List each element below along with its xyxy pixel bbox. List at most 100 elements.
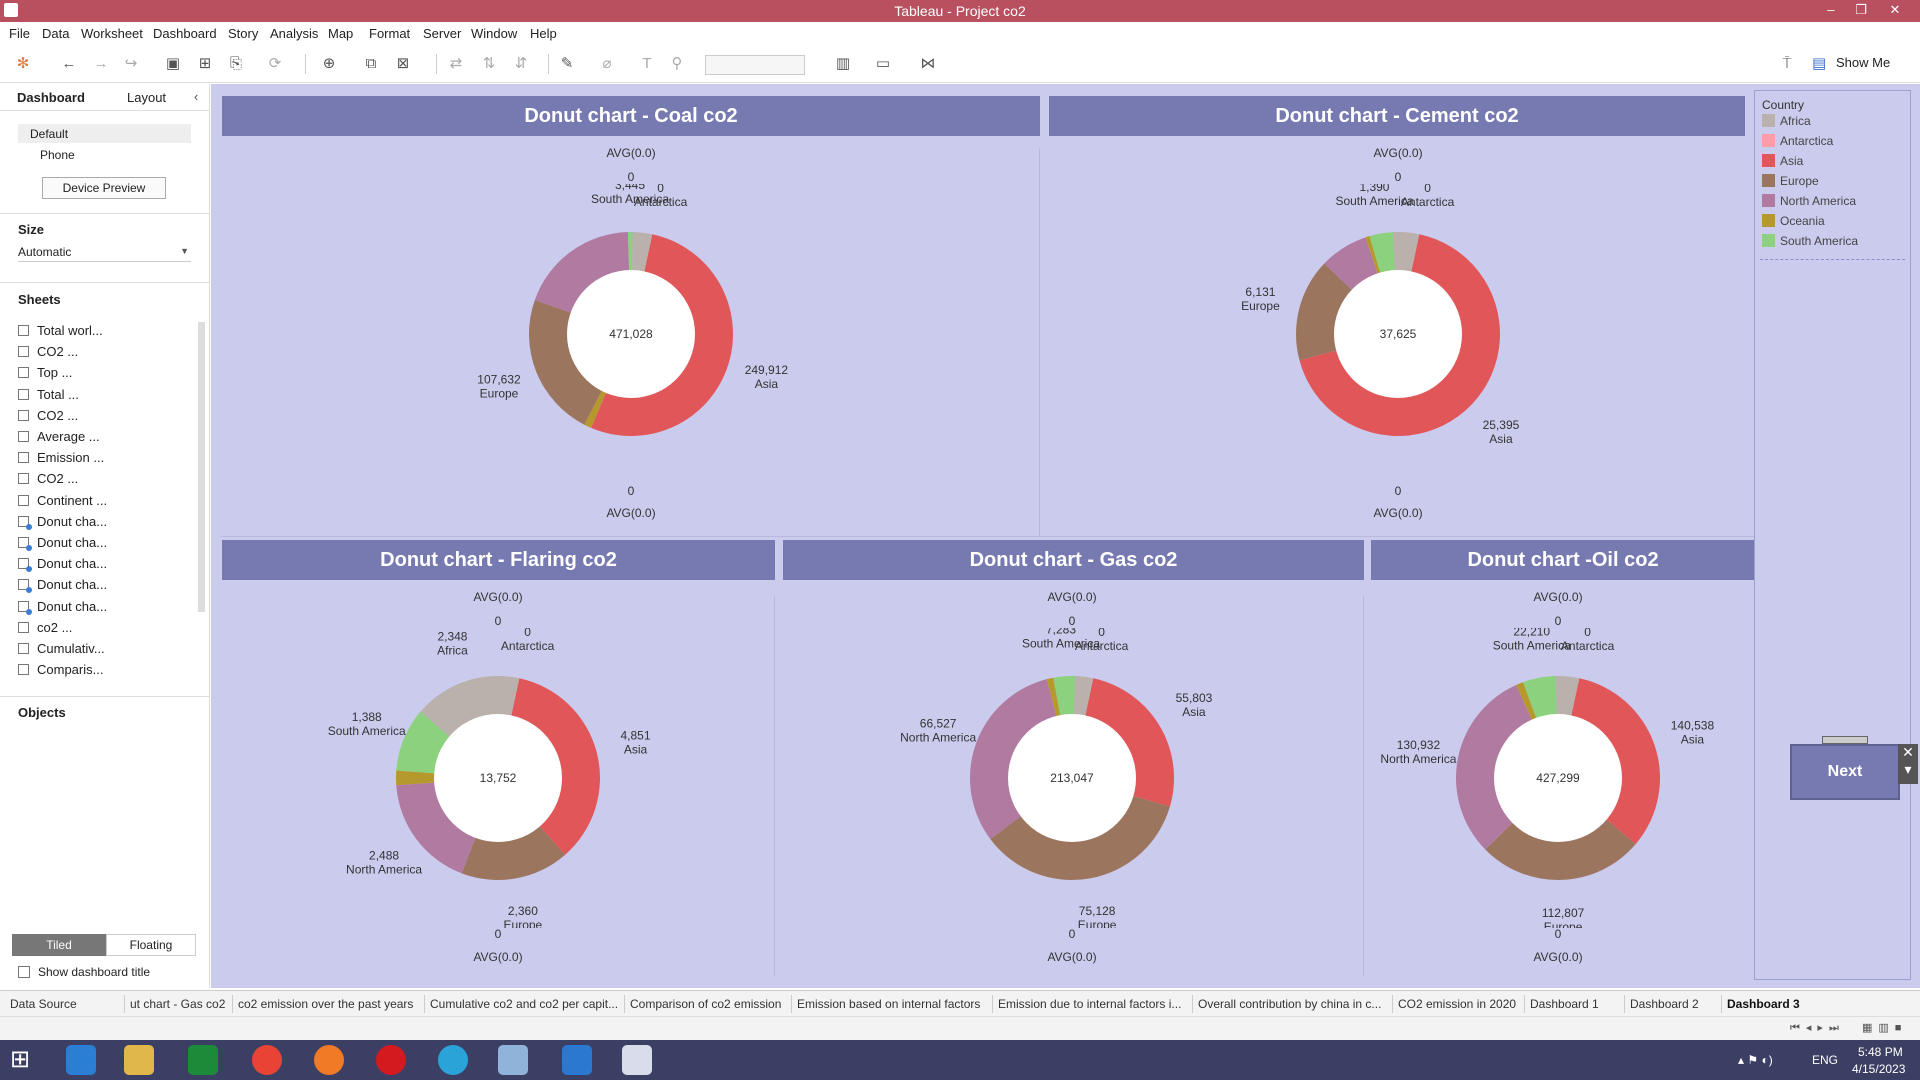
windows-start-icon[interactable]: ⊞ xyxy=(10,1045,40,1075)
sheet-tab[interactable]: co2 emission over the past years xyxy=(238,997,413,1011)
refresh-icon[interactable]: ⟳ xyxy=(264,54,286,74)
sheet-tab[interactable]: Emission due to internal factors i... xyxy=(998,997,1181,1011)
restore-icon[interactable]: ❐ xyxy=(1846,2,1876,20)
minimize-icon[interactable]: – xyxy=(1816,2,1846,20)
sort-asc-icon[interactable]: ⇅ xyxy=(478,54,500,74)
legend-item[interactable]: Oceania xyxy=(1762,214,1825,228)
tableau-logo-icon[interactable]: ✻ xyxy=(12,54,34,74)
presentation-icon[interactable]: ▭ xyxy=(872,54,894,74)
close-icon[interactable]: ✕ xyxy=(1880,2,1910,20)
internet-explorer-icon[interactable] xyxy=(66,1045,96,1075)
menu-window[interactable]: Window xyxy=(471,26,517,41)
sheet-item[interactable]: co2 ... xyxy=(18,620,72,641)
vscode-icon[interactable] xyxy=(562,1045,592,1075)
legend-item[interactable]: Antarctica xyxy=(1762,134,1833,148)
edge-icon[interactable] xyxy=(438,1045,468,1075)
sheet-tab[interactable]: Dashboard 3 xyxy=(1727,997,1800,1011)
sheet-item[interactable]: CO2 ... xyxy=(18,344,78,365)
donut-chart-cement[interactable]: 25,395Asia6,131Europe1,390South America0… xyxy=(1198,184,1598,484)
sheet-nav-icons[interactable]: ⏮◂▸⏭ xyxy=(1790,1021,1845,1035)
legend-item[interactable]: Africa xyxy=(1762,114,1811,128)
sheet-item[interactable]: Continent ... xyxy=(18,493,107,514)
undo-icon[interactable]: ← xyxy=(58,54,80,74)
chrome-icon[interactable] xyxy=(252,1045,282,1075)
floating-button[interactable]: Floating xyxy=(106,934,196,956)
sheet-item[interactable]: Total ... xyxy=(18,387,79,408)
sheet-item[interactable]: Donut cha... xyxy=(18,514,107,535)
tab-layout[interactable]: Layout xyxy=(127,90,166,105)
group-icon[interactable]: ⌀ xyxy=(596,54,618,74)
legend-item[interactable]: South America xyxy=(1762,234,1858,248)
drag-handle[interactable] xyxy=(1822,736,1868,744)
store-icon[interactable] xyxy=(188,1045,218,1075)
sheet-tab[interactable]: Emission based on internal factors xyxy=(797,997,980,1011)
format-painter-icon[interactable]: ⍑ xyxy=(1776,54,1798,74)
share-icon[interactable]: ⋈ xyxy=(917,54,939,74)
sheet-tab[interactable]: CO2 emission in 2020 xyxy=(1398,997,1516,1011)
collapse-pane-icon[interactable]: ‹ xyxy=(194,89,198,104)
menu-dashboard[interactable]: Dashboard xyxy=(153,26,217,41)
menu-file[interactable]: File xyxy=(9,26,30,41)
sheet-tab[interactable]: Comparison of co2 emission xyxy=(630,997,781,1011)
show-me-button[interactable]: Show Me xyxy=(1836,55,1890,70)
size-select[interactable]: Automatic ▼ xyxy=(18,244,191,262)
donut-chart-coal[interactable]: 249,912Asia107,632Europe3,445South Ameri… xyxy=(431,184,831,484)
sheet-tab[interactable]: Cumulative co2 and co2 per capit... xyxy=(430,997,618,1011)
legend-item[interactable]: Europe xyxy=(1762,174,1819,188)
sheet-item[interactable]: CO2 ... xyxy=(18,471,78,492)
file-explorer-icon[interactable] xyxy=(124,1045,154,1075)
legend-item[interactable]: North America xyxy=(1762,194,1856,208)
menu-analysis[interactable]: Analysis xyxy=(270,26,318,41)
sheet-item[interactable]: Emission ... xyxy=(18,450,104,471)
donut-chart-oil[interactable]: 140,538Asia 112,807Europe 130,932North Ame… xyxy=(1358,628,1758,928)
sheet-item[interactable]: Top ... xyxy=(18,365,72,386)
sheet-item[interactable]: Comparis... xyxy=(18,662,103,683)
donut-chart-flaring[interactable]: 4,851Asia 2,360Europe 2,488North America 1,… xyxy=(298,628,698,928)
sheet-tab[interactable]: Dashboard 2 xyxy=(1630,997,1699,1011)
sheet-item[interactable]: CO2 ... xyxy=(18,408,78,429)
menu-map[interactable]: Map xyxy=(328,26,353,41)
sheet-item[interactable]: Donut cha... xyxy=(18,577,107,598)
duplicate-icon[interactable]: ⧉ xyxy=(360,54,382,74)
sheet-item[interactable]: Cumulativ... xyxy=(18,641,105,662)
swap-icon[interactable]: ⇄ xyxy=(445,54,467,74)
save-icon[interactable]: ▣ xyxy=(162,54,184,74)
firefox-icon[interactable] xyxy=(314,1045,344,1075)
sheet-item[interactable]: Donut cha... xyxy=(18,599,107,620)
show-cards-icon[interactable]: ▥ xyxy=(832,54,854,74)
opera-icon[interactable] xyxy=(376,1045,406,1075)
new-worksheet-icon[interactable]: ⊕ xyxy=(318,54,340,74)
menu-story[interactable]: Story xyxy=(228,26,258,41)
show-title-checkbox[interactable] xyxy=(18,966,30,978)
device-preview-button[interactable]: Device Preview xyxy=(42,177,166,199)
legend-item[interactable]: Asia xyxy=(1762,154,1803,168)
sheet-item[interactable]: Donut cha... xyxy=(18,535,107,556)
view-mode-icons[interactable]: ▦▥■ xyxy=(1862,1021,1907,1034)
tab-dashboard[interactable]: Dashboard xyxy=(17,90,85,105)
sheets-scrollbar[interactable] xyxy=(198,322,205,612)
language-indicator[interactable]: ENG xyxy=(1812,1053,1838,1067)
highlight-icon[interactable]: ✎ xyxy=(556,54,578,74)
pause-updates-icon[interactable]: ⎘ xyxy=(225,54,247,74)
close-icon[interactable]: ✕ ▾ xyxy=(1898,744,1918,784)
menu-worksheet[interactable]: Worksheet xyxy=(81,26,143,41)
photos-icon[interactable] xyxy=(498,1045,528,1075)
sort-desc-icon[interactable]: ⇵ xyxy=(510,54,532,74)
sheet-item[interactable]: Total worl... xyxy=(18,323,103,344)
clock-date[interactable]: 4/15/2023 xyxy=(1852,1062,1905,1076)
sheet-tab[interactable]: Dashboard 1 xyxy=(1530,997,1599,1011)
fit-select[interactable] xyxy=(705,55,805,75)
new-data-source-icon[interactable]: ⊞ xyxy=(194,54,216,74)
tray-icons[interactable]: ▴ ⚑ ◐) xyxy=(1738,1053,1773,1067)
sheet-item[interactable]: Donut cha... xyxy=(18,556,107,577)
sheet-tab[interactable]: Data Source xyxy=(10,997,77,1011)
device-phone[interactable]: Phone xyxy=(40,148,75,162)
clock-time[interactable]: 5:48 PM xyxy=(1858,1045,1903,1059)
redo-icon[interactable]: → xyxy=(90,54,112,74)
menu-data[interactable]: Data xyxy=(42,26,69,41)
label-icon[interactable]: T xyxy=(636,54,658,74)
sheet-tab[interactable]: Overall contribution by china in c... xyxy=(1198,997,1381,1011)
next-button[interactable]: Next xyxy=(1790,744,1900,800)
tableau-taskbar-icon[interactable] xyxy=(622,1045,652,1075)
menu-format[interactable]: Format xyxy=(369,26,410,41)
